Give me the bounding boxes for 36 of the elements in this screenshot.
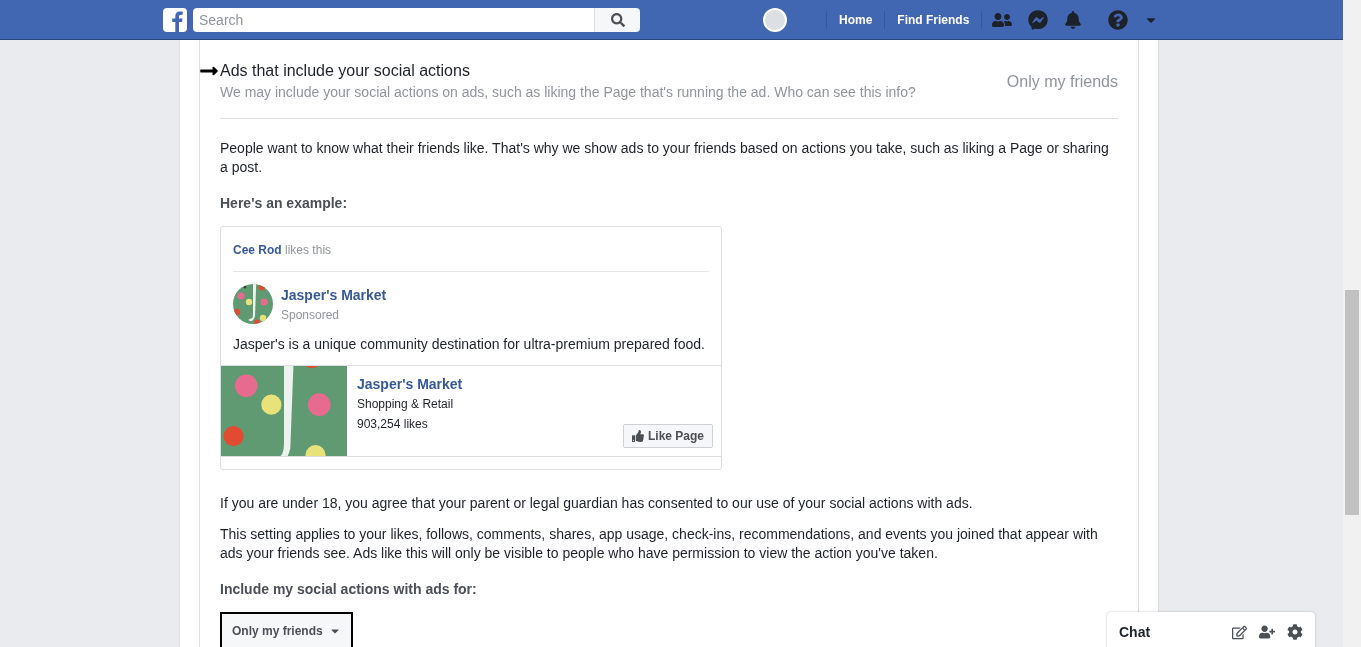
search-icon (610, 12, 625, 27)
example-heading: Here's an example: (220, 194, 349, 213)
info-paragraph: If you are under 18, you agree that your parent or legal guardian has consented to our use of your social actions with ads. (220, 494, 974, 513)
scrollbar-thumb[interactable] (1345, 290, 1359, 515)
liker-link[interactable]: Cee Rod (233, 243, 282, 257)
settings-icon[interactable] (1287, 624, 1303, 640)
ad-text: Jasper's is a unique community destination for ultra-premium prepared food. (232, 335, 706, 354)
page-name-link[interactable]: Jasper's Market (281, 284, 387, 306)
messenger-icon[interactable] (1028, 9, 1049, 30)
select-label: Include my social actions with ads for: (220, 580, 478, 599)
bell-icon[interactable] (1064, 10, 1083, 29)
nav-link[interactable]: Home (827, 10, 886, 29)
setting-title[interactable]: Ads that include your social actions (220, 60, 1007, 82)
link-title[interactable]: Jasper's Market (357, 374, 713, 395)
like-count: 903,254 likes (357, 416, 429, 433)
like-page-button[interactable]: Like Page (622, 424, 713, 448)
info-paragraph: This setting applies to your likes, follows, comments, shares, app usage, check-ins, recommendations, and events you joined that appear with ads your friends see. Ads like this will only be visible to people who have permission to view the action you've taken. (220, 525, 1099, 563)
logo-icon[interactable] (163, 7, 187, 32)
avatar-icon[interactable] (763, 7, 787, 32)
audience-dropdown[interactable]: Only my friends (220, 612, 353, 647)
scrollbar[interactable] (1343, 0, 1361, 647)
intro-paragraph: People want to know what their friends like. That's why we show ads to your friends based on actions you take, such as liking a Page or sharing a post. (220, 139, 1110, 177)
page-avatar-image (233, 284, 273, 324)
like-line: Cee Rod likes this (233, 243, 332, 257)
compose-icon[interactable] (1232, 624, 1247, 640)
search-field[interactable]: Search (193, 7, 594, 32)
sponsored-label: Sponsored (281, 306, 341, 324)
chat-bar[interactable]: Chat (1107, 612, 1315, 647)
group-add-icon[interactable] (1259, 624, 1275, 640)
search-button[interactable] (594, 7, 640, 32)
help-icon[interactable] (1108, 9, 1129, 30)
thumbs-up-icon (631, 430, 644, 442)
nav-link[interactable]: Find Friends (885, 10, 983, 29)
link-category: Shopping & Retail (357, 396, 455, 413)
setting-description: We may include your social actions on ads, such as liking the Page that's running the ad. Who can see this info? (220, 83, 917, 102)
chat-title[interactable]: Chat (1119, 621, 1232, 643)
